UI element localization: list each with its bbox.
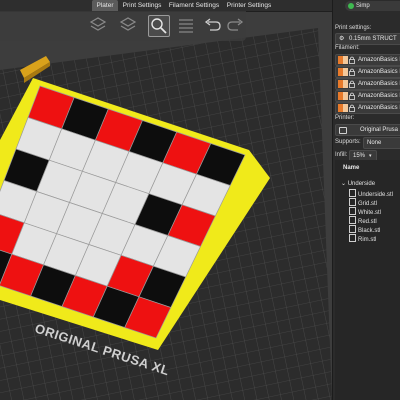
filament-row[interactable]: AmazonBasics P: [335, 66, 400, 78]
printer-label: Printer:: [335, 115, 355, 121]
lock-icon: [349, 68, 355, 76]
lock-icon: [349, 56, 355, 64]
supports-combo[interactable]: None: [363, 137, 400, 149]
redo-icon[interactable]: [226, 15, 246, 35]
layers-icon[interactable]: [88, 15, 108, 35]
filament-color-swatch: [343, 80, 348, 88]
tree-item-label: Rim.stl: [358, 237, 377, 243]
tree-item[interactable]: Rim.stl: [349, 234, 376, 243]
3d-viewport[interactable]: ORIGINAL PRUSA XL: [0, 0, 332, 400]
mode-indicator-icon: [348, 3, 354, 9]
filament-color-swatch: [343, 56, 348, 64]
tab-print-settings[interactable]: Print Settings: [120, 0, 164, 11]
tab-filament-settings[interactable]: Filament Settings: [166, 0, 222, 11]
chevron-down-icon: ⌄: [341, 181, 348, 187]
part-icon: [349, 207, 356, 215]
layers-icon[interactable]: [118, 15, 138, 35]
filament-color-swatch: [343, 104, 348, 112]
filament-color-swatch: [343, 92, 348, 100]
zoom-icon[interactable]: [148, 15, 170, 37]
filament-name: AmazonBasics P: [358, 57, 400, 63]
tree-item[interactable]: Black.stl: [349, 225, 380, 234]
print-settings-label: Print settings:: [335, 25, 372, 31]
part-icon: [349, 216, 356, 224]
object-list-header: Name: [343, 165, 360, 171]
filament-name: AmazonBasics P: [358, 105, 400, 111]
tree-item[interactable]: White.stl: [349, 207, 381, 216]
filament-name: AmazonBasics P: [358, 81, 400, 87]
part-icon: [349, 234, 356, 242]
printer-icon: [339, 127, 347, 134]
supports-label: Supports:: [335, 139, 361, 145]
toolbar: [0, 11, 246, 41]
tree-item[interactable]: Underside.stl: [349, 189, 393, 198]
tree-item[interactable]: Grid.stl: [349, 198, 377, 207]
tab-printer-settings[interactable]: Printer Settings: [224, 0, 274, 11]
filament-name: AmazonBasics P: [358, 69, 400, 75]
tree-root-underside[interactable]: ⌄ Underside: [341, 180, 375, 189]
undo-icon[interactable]: [202, 15, 222, 35]
filament-row[interactable]: AmazonBasics P: [335, 102, 400, 114]
lock-icon: [349, 80, 355, 88]
printer-value: Original Prusa X: [360, 127, 400, 133]
tab-plater[interactable]: Plater: [92, 0, 118, 11]
mode-button[interactable]: Simp: [345, 1, 400, 11]
gear-icon: ⚙: [339, 36, 345, 42]
mode-label: Simp: [356, 3, 370, 9]
settings-panel: Simp Print settings: ⚙ 0.15mm STRUCT Fil…: [332, 0, 400, 400]
part-icon: [349, 189, 356, 197]
tree-item[interactable]: Red.stl: [349, 216, 377, 225]
filament-label: Filament:: [335, 45, 360, 51]
supports-value: None: [367, 140, 382, 146]
filament-row[interactable]: AmazonBasics P: [335, 54, 400, 66]
infill-label: Infill:: [335, 152, 348, 158]
filament-color-swatch: [343, 68, 348, 76]
bed-scene: ORIGINAL PRUSA XL: [0, 28, 332, 400]
filament-row[interactable]: AmazonBasics P: [335, 90, 400, 102]
printer-combo[interactable]: Original Prusa X: [335, 124, 400, 136]
list-icon[interactable]: [176, 15, 196, 35]
filament-name: AmazonBasics P: [358, 93, 400, 99]
print-settings-value: 0.15mm STRUCT: [349, 36, 397, 42]
lock-icon: [349, 92, 355, 100]
tree-root-label: Underside: [347, 181, 376, 187]
part-icon: [349, 225, 356, 233]
filament-row[interactable]: AmazonBasics P: [335, 78, 400, 90]
prusaslicer-window: ORIGINAL PRUSA XL Plater Print Settings …: [0, 0, 400, 400]
object-list[interactable]: Name ⌄ Underside Underside.stl Grid.stl Wh…: [335, 160, 400, 400]
part-icon: [349, 198, 356, 206]
print-settings-combo[interactable]: ⚙ 0.15mm STRUCT: [335, 33, 400, 45]
lock-icon: [349, 104, 355, 112]
